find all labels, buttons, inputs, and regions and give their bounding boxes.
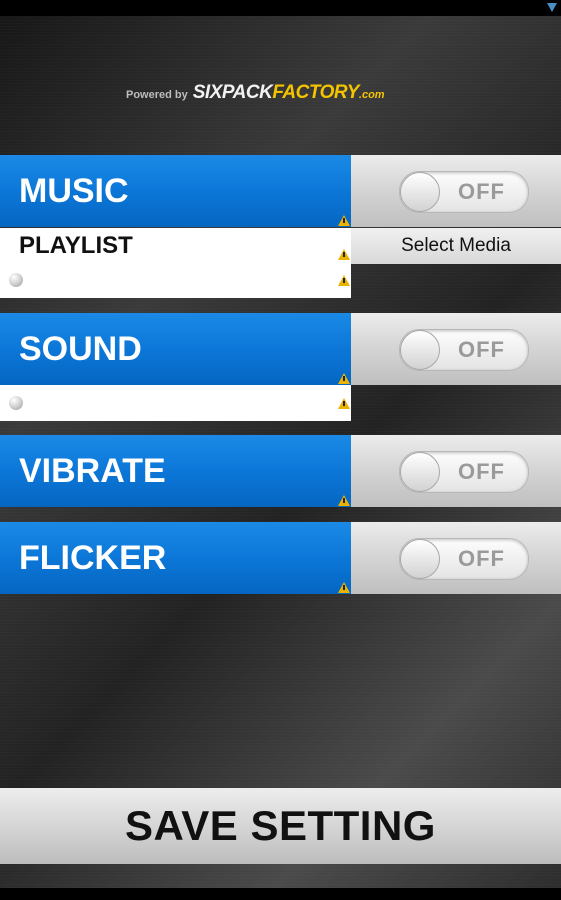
warning-icon [338,495,350,506]
playlist-label: PLAYLIST [19,232,133,259]
warning-icon [338,275,350,286]
vibrate-toggle[interactable]: OFF [399,451,529,493]
playlist-row[interactable]: PLAYLIST [0,228,351,298]
music-title: MUSIC [19,172,129,210]
vibrate-title: VIBRATE [19,452,166,490]
flicker-toggle-label: OFF [458,546,505,571]
flicker-section: FLICKER [0,522,351,594]
powered-by-logo: Powered by SIXPACK FACTORY .com [126,82,385,104]
sound-title: SOUND [19,330,142,368]
music-toggle-label: OFF [458,179,505,204]
sound-toggle-panel: OFF [351,313,561,385]
toggle-knob [400,539,440,579]
select-media-button[interactable]: Select Media [351,228,561,264]
sound-sub-row[interactable] [0,385,351,421]
vibrate-toggle-panel: OFF [351,435,561,507]
radio-dot-icon[interactable] [9,273,23,287]
music-section: MUSIC [0,155,351,227]
brand-name-factory: FACTORY [272,82,359,103]
warning-icon [338,582,350,593]
save-setting-button[interactable]: SAVE SETTING [0,788,561,864]
toggle-knob [400,452,440,492]
signal-icon [547,3,557,12]
sound-toggle[interactable]: OFF [399,329,529,371]
warning-icon [338,373,350,384]
radio-dot-icon[interactable] [9,396,23,410]
vibrate-section: VIBRATE [0,435,351,507]
navigation-bar [0,888,561,900]
sound-toggle-label: OFF [458,337,505,362]
flicker-toggle-panel: OFF [351,522,561,594]
brand-domain: .com [358,89,385,101]
status-bar [0,0,561,16]
music-toggle[interactable]: OFF [399,171,529,213]
flicker-title: FLICKER [19,539,167,577]
powered-by-text: Powered by [126,89,188,101]
toggle-knob [400,172,440,212]
warning-icon [338,398,350,409]
toggle-knob [400,330,440,370]
music-toggle-panel: OFF [351,155,561,227]
warning-icon [338,215,350,226]
brand-name-sixpack: SIXPACK [192,82,273,103]
warning-icon [338,249,350,260]
vibrate-toggle-label: OFF [458,459,505,484]
sound-section: SOUND [0,313,351,385]
flicker-toggle[interactable]: OFF [399,538,529,580]
